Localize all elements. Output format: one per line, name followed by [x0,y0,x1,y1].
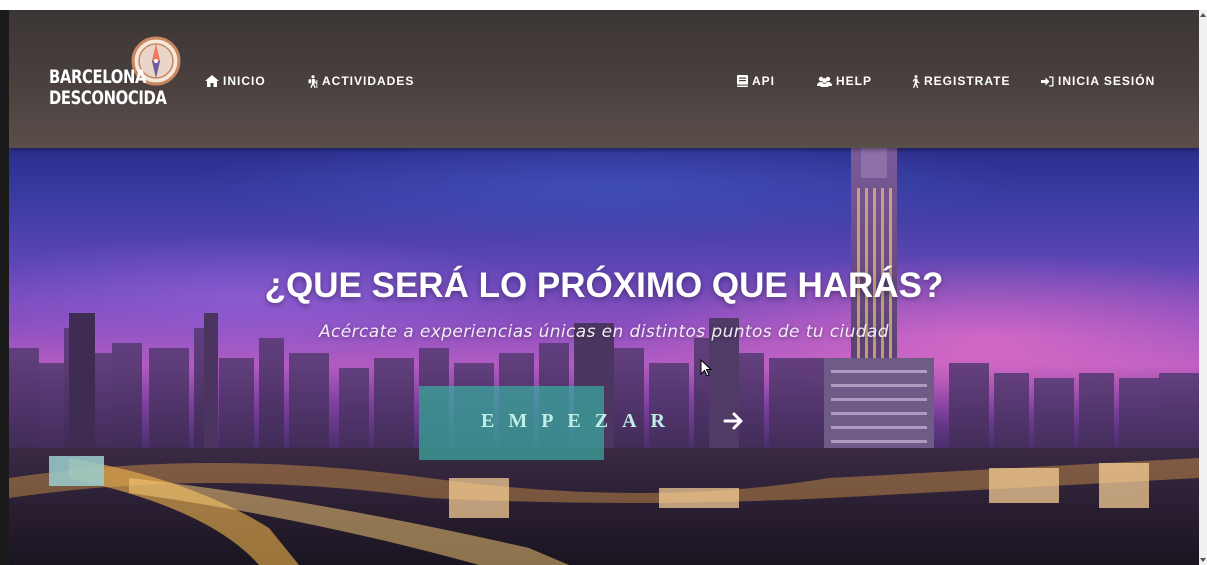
nav-link-registrate[interactable]: REGISTRATE [911,72,1010,90]
nav-link-label: INICIA SESIÓN [1058,74,1156,88]
city-skyline-image [9,148,1199,565]
nav-link-label: REGISTRATE [924,74,1011,88]
nav-link-label: API [752,74,776,88]
nav-link-actividades[interactable]: ACTIVIDADES [307,72,414,90]
sign-in-icon [1041,76,1054,86]
book-icon [737,75,748,87]
walking-person-icon [912,74,920,88]
nav-link-label: HELP [836,74,873,88]
nav-link-label: INICIO [223,74,266,88]
users-icon [817,76,832,87]
top-navbar: BARCELONA DESCONOCIDA INICIO ACTIVIDADES [9,10,1199,148]
vertical-scrollbar[interactable] [1199,10,1207,565]
brand-name-line-1: BARCELONA [49,66,147,88]
page-viewport: BARCELONA DESCONOCIDA INICIO ACTIVIDADES [9,10,1199,565]
scroll-down-arrow-icon[interactable] [1200,557,1206,563]
hero-banner: ¿QUE SERÁ LO PRÓXIMO QUE HARÁS? Acércate… [9,148,1199,565]
mouse-cursor-icon [700,359,712,377]
browser-frame: BARCELONA DESCONOCIDA INICIO ACTIVIDADES [0,0,1207,565]
nav-link-label: ACTIVIDADES [322,74,415,88]
home-icon [205,75,219,87]
nav-link-help[interactable]: HELP [817,72,872,90]
empezar-button-label[interactable]: EMPEZAR [481,410,679,433]
scroll-up-arrow-icon[interactable] [1200,12,1206,18]
hiking-icon [308,74,318,88]
nav-link-api[interactable]: API [737,72,775,90]
nav-link-inicio[interactable]: INICIO [205,72,266,90]
hero-subtitle: Acércate a experiencias únicas en distin… [318,322,889,342]
brand-name-line-2: DESCONOCIDA [49,87,167,109]
hero-title: ¿QUE SERÁ LO PRÓXIMO QUE HARÁS? [264,266,944,305]
brand-logo[interactable]: BARCELONA DESCONOCIDA [47,36,187,116]
window-border [0,10,9,565]
arrow-right-icon[interactable] [723,412,745,430]
nav-link-inicia-sesion[interactable]: INICIA SESIÓN [1041,72,1155,90]
